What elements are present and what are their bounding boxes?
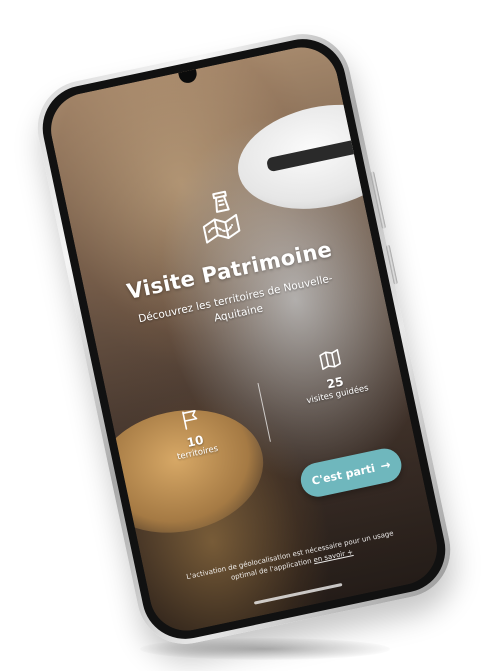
splash-content: Visite Patrimoine Découvrez les territoi… [44, 41, 444, 638]
tower-map-logo-icon [202, 190, 241, 244]
stat-visits: 25 visites guidées [289, 339, 378, 407]
start-button-label: C'est parti [310, 461, 377, 488]
arrow-right-icon: → [379, 457, 392, 474]
home-gesture-bar[interactable] [253, 582, 343, 605]
geolocation-notice-text: L'activation de géolocalisation est néce… [185, 529, 395, 582]
map-icon [319, 349, 342, 371]
stage: Visite Patrimoine Découvrez les territoi… [0, 0, 491, 671]
geolocation-notice: L'activation de géolocalisation est néce… [156, 522, 426, 598]
start-button[interactable]: C'est parti → [297, 445, 405, 500]
phone-bezel: Visite Patrimoine Découvrez les territoi… [34, 31, 454, 647]
stats-divider [257, 382, 271, 442]
flag-icon [182, 409, 198, 430]
phone-frame: Visite Patrimoine Découvrez les territoi… [28, 25, 460, 653]
stat-territories: 10 territoires [154, 401, 233, 465]
app-screen: Visite Patrimoine Découvrez les territoi… [44, 40, 444, 638]
